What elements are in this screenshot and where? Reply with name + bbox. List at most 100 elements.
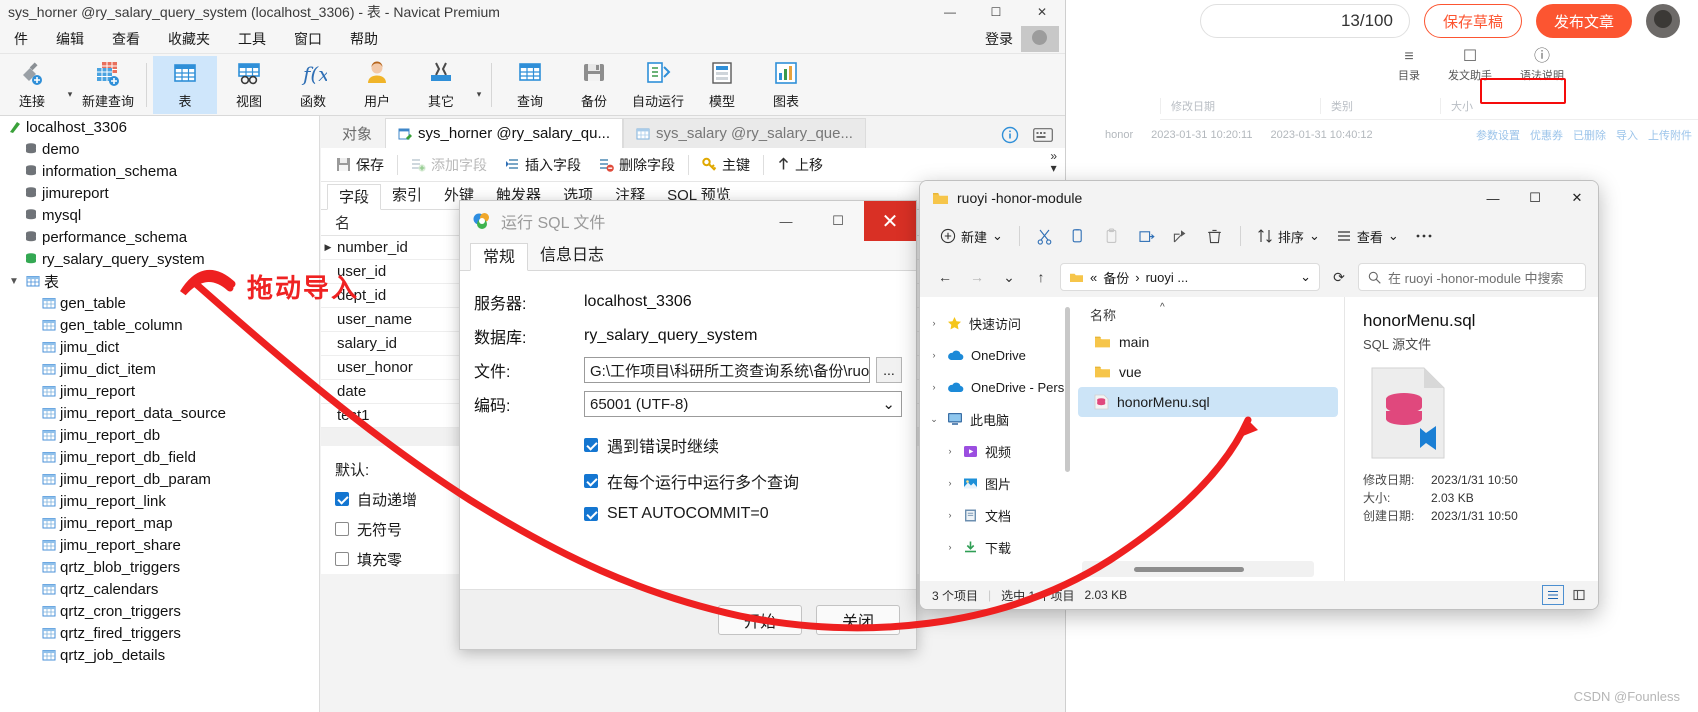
explorer-minimize-button[interactable]: — [1472,181,1514,215]
tree-db-demo[interactable]: demo [0,138,319,160]
tree-table-item[interactable]: gen_table_column [0,314,319,336]
save-draft-button[interactable]: 保存草稿 [1423,4,1522,38]
chevron-down-icon[interactable]: ▼ [6,276,22,287]
nav-item-documents[interactable]: › 文档 [920,499,1072,531]
row-link-4[interactable]: 上传附件 [1648,127,1692,143]
autocommit-checkbox[interactable] [584,507,598,521]
encoding-select[interactable]: 65001 (UTF-8) ⌄ [584,391,902,417]
dialog-minimize-button[interactable]: — [760,201,812,241]
close-button[interactable]: ✕ [1019,0,1065,24]
rename-button[interactable] [1130,221,1164,251]
menu-window[interactable]: 窗口 [280,24,336,54]
nav-item-pictures[interactable]: › 图片 [920,467,1072,499]
toolbar-query[interactable]: 查询 [498,56,562,114]
zerofill-checkbox[interactable] [335,552,349,566]
table-row[interactable]: honor 2023-01-31 10:20:11 2023-01-31 10:… [1105,122,1698,148]
chevron-icon[interactable]: ⌄ [928,414,940,425]
tab-sys-salary[interactable]: sys_salary @ry_salary_que... [623,118,866,148]
add-field-button[interactable]: 添加字段 [402,152,496,178]
file-path-input[interactable]: G:\工作项目\科研所工资查询系统\备份\ruoyi [584,357,870,383]
explorer-file-list[interactable]: 名称 ^ main vue honorMenu.sql [1072,297,1344,581]
toolbar-new-query[interactable]: 新建查询 [76,56,140,114]
unsigned-checkbox[interactable] [335,522,349,536]
row-link-2[interactable]: 已删除 [1573,127,1606,143]
toolbar-model[interactable]: 模型 [690,56,754,114]
minimize-button[interactable]: — [927,0,973,24]
tree-table-item[interactable]: jimu_dict [0,336,319,358]
refresh-button[interactable]: ⟳ [1326,264,1352,290]
tree-table-item[interactable]: jimu_report_data_source [0,402,319,424]
menu-tools[interactable]: 工具 [224,24,280,54]
tree-tables-list[interactable]: gen_table gen_table_column jimu_dict jimu_d… [0,292,319,666]
tab-general[interactable]: 常规 [470,243,529,271]
delete-button[interactable] [1198,221,1232,251]
forward-button[interactable]: → [964,264,990,290]
database-tree-sidebar[interactable]: localhost_3306 demo information_schema j… [0,116,320,712]
nav-item-onedrive[interactable]: › OneDrive [920,339,1072,371]
toc-tool[interactable]: ≡ 目录 [1398,49,1420,83]
tree-connection-node[interactable]: localhost_3306 [0,116,319,138]
chevron-down-icon[interactable]: ⌄ [1309,228,1320,244]
toolbar-view[interactable]: 视图 [217,56,281,114]
row-link-3[interactable]: 导入 [1616,127,1638,143]
nav-item-videos[interactable]: › 视频 [920,435,1072,467]
tab-objects[interactable]: 对象 [329,118,386,148]
chevron-icon[interactable]: › [944,542,956,552]
tree-table-item[interactable]: qrtz_cron_triggers [0,600,319,622]
new-item-button[interactable]: 新建 ⌄ [932,221,1011,251]
tree-table-item[interactable]: jimu_report_link [0,490,319,512]
chevron-down-icon[interactable]: ⌄ [1300,269,1311,285]
tree-db-ry-salary-query-system[interactable]: ry_salary_query_system [0,248,319,270]
row-link-0[interactable]: 参数设置 [1476,127,1520,143]
tree-db-information-schema[interactable]: information_schema [0,160,319,182]
file-rows[interactable]: main vue honorMenu.sql [1072,327,1344,417]
chevron-icon[interactable]: › [944,446,956,456]
sort-button[interactable]: 排序 ⌄ [1249,221,1328,251]
insert-field-button[interactable]: 插入字段 [496,152,590,178]
search-input[interactable]: 在 ruoyi -honor-module 中搜索 [1358,263,1586,291]
list-item[interactable]: honorMenu.sql [1078,387,1338,417]
chevron-icon[interactable]: › [944,478,956,488]
toolbar-user[interactable]: 用户 [345,56,409,114]
tree-table-item[interactable]: jimu_report_db_field [0,446,319,468]
tiles-view-icon[interactable] [1568,585,1590,605]
close-dialog-button[interactable]: 关闭 [816,604,900,635]
start-button[interactable]: 开始 [718,604,802,635]
chevron-icon[interactable]: › [928,382,940,392]
menu-file[interactable]: 件 [0,24,42,54]
avatar[interactable] [1646,4,1680,38]
view-button[interactable]: 查看 ⌄ [1328,221,1407,251]
chevron-down-icon[interactable]: ⌄ [882,395,895,413]
primary-key-button[interactable]: 主键 [693,152,759,178]
tree-table-item[interactable]: qrtz_fired_triggers [0,622,319,644]
recent-locations-button[interactable]: ⌄ [996,264,1022,290]
tab-indexes[interactable]: 索引 [381,183,433,209]
more-options-button[interactable] [1407,221,1441,251]
login-link[interactable]: 登录 [985,29,1013,49]
breadcrumb-crumb-0[interactable]: 备份 [1103,268,1129,287]
list-item[interactable]: vue [1078,357,1338,387]
chevron-icon[interactable]: › [928,318,940,328]
tab-fields[interactable]: 字段 [327,184,382,210]
toolbar-function[interactable]: f(x) 函数 [281,56,345,114]
tree-db-performance-schema[interactable]: performance_schema [0,226,319,248]
nav-item-onedrive[interactable]: › OneDrive - Pers [920,371,1072,403]
chevron-icon[interactable]: › [928,350,940,360]
toolbar-automation[interactable]: 自动运行 [626,56,690,114]
delete-field-button[interactable]: 删除字段 [590,152,684,178]
move-up-button[interactable]: 上移 [768,152,832,178]
info-circle-icon[interactable] [1001,126,1019,144]
menu-help[interactable]: 帮助 [336,24,392,54]
tree-table-item[interactable]: jimu_report_db_param [0,468,319,490]
publish-article-button[interactable]: 发布文章 [1535,4,1632,38]
tree-table-item[interactable]: qrtz_job_details [0,644,319,666]
chevron-icon[interactable]: › [944,510,956,520]
keyboard-icon[interactable] [1033,128,1053,142]
toolbar-connection[interactable]: 连接 [0,56,64,114]
details-view-icon[interactable] [1542,585,1564,605]
tab-sys-horner[interactable]: sys_horner @ry_salary_qu... [385,118,623,148]
multi-query-checkbox[interactable] [584,474,598,488]
back-button[interactable]: ← [932,264,958,290]
tree-table-item[interactable]: jimu_report_db [0,424,319,446]
tree-table-item[interactable]: qrtz_blob_triggers [0,556,319,578]
